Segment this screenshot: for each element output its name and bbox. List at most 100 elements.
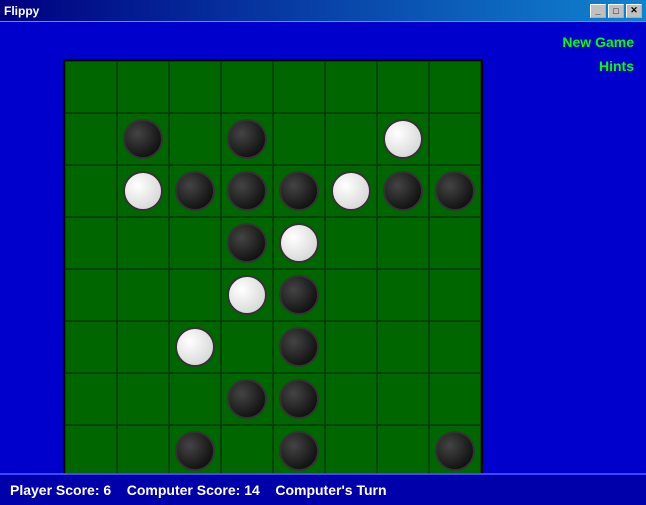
- board-cell[interactable]: [65, 321, 117, 373]
- white-piece: [175, 327, 215, 367]
- board-cell[interactable]: [325, 373, 377, 425]
- board-cell[interactable]: [65, 61, 117, 113]
- board-cell[interactable]: [429, 61, 481, 113]
- board-cell[interactable]: [221, 321, 273, 373]
- board-cell[interactable]: [117, 61, 169, 113]
- board-cell[interactable]: [117, 425, 169, 477]
- board-cell[interactable]: [65, 217, 117, 269]
- board-cell[interactable]: [429, 269, 481, 321]
- board-cell[interactable]: [65, 113, 117, 165]
- black-piece: [227, 171, 267, 211]
- black-piece: [383, 171, 423, 211]
- board-cell[interactable]: [429, 373, 481, 425]
- white-piece: [279, 223, 319, 263]
- board-cell[interactable]: [377, 269, 429, 321]
- board-cell[interactable]: [221, 61, 273, 113]
- black-piece: [279, 379, 319, 419]
- board-cell[interactable]: [169, 425, 221, 477]
- black-piece: [227, 379, 267, 419]
- board-cell[interactable]: [169, 321, 221, 373]
- black-piece: [175, 431, 215, 471]
- board-cell[interactable]: [273, 113, 325, 165]
- board-cell[interactable]: [65, 165, 117, 217]
- app-title: Flippy: [4, 4, 590, 18]
- board-cell[interactable]: [377, 321, 429, 373]
- board-cell[interactable]: [429, 217, 481, 269]
- window-controls: _ □ ✕: [590, 4, 642, 18]
- board-cell[interactable]: [325, 269, 377, 321]
- new-game-button[interactable]: New Game: [558, 32, 638, 52]
- board-cell[interactable]: [169, 269, 221, 321]
- board-cell[interactable]: [377, 373, 429, 425]
- board-cell[interactable]: [65, 373, 117, 425]
- board-cell[interactable]: [325, 165, 377, 217]
- white-piece: [123, 171, 163, 211]
- board-cell[interactable]: [221, 373, 273, 425]
- maximize-button[interactable]: □: [608, 4, 624, 18]
- board-cell[interactable]: [117, 217, 169, 269]
- white-piece: [383, 119, 423, 159]
- game-board: [63, 59, 483, 479]
- board-cell[interactable]: [117, 269, 169, 321]
- close-button[interactable]: ✕: [626, 4, 642, 18]
- board-cell[interactable]: [221, 217, 273, 269]
- board-cell[interactable]: [273, 61, 325, 113]
- board-cell[interactable]: [429, 113, 481, 165]
- board-cell[interactable]: [429, 165, 481, 217]
- board-cell[interactable]: [117, 373, 169, 425]
- board-cell[interactable]: [273, 269, 325, 321]
- board-cell[interactable]: [65, 269, 117, 321]
- board-cell[interactable]: [117, 321, 169, 373]
- board-cell[interactable]: [117, 165, 169, 217]
- board-cell[interactable]: [169, 165, 221, 217]
- white-piece: [331, 171, 371, 211]
- status-text: Player Score: 6 Computer Score: 14 Compu…: [10, 482, 387, 498]
- board-cell[interactable]: [377, 217, 429, 269]
- board-cell[interactable]: [169, 217, 221, 269]
- board-cell[interactable]: [325, 321, 377, 373]
- minimize-button[interactable]: _: [590, 4, 606, 18]
- black-piece: [279, 275, 319, 315]
- board-cell[interactable]: [429, 321, 481, 373]
- board-cell[interactable]: [221, 269, 273, 321]
- board-cell[interactable]: [377, 425, 429, 477]
- board-cell[interactable]: [325, 217, 377, 269]
- board-cell[interactable]: [273, 373, 325, 425]
- black-piece: [279, 171, 319, 211]
- board-cell[interactable]: [221, 425, 273, 477]
- status-bar: Player Score: 6 Computer Score: 14 Compu…: [0, 473, 646, 505]
- board-cell[interactable]: [273, 217, 325, 269]
- board-cell[interactable]: [325, 113, 377, 165]
- black-piece: [279, 327, 319, 367]
- hints-button[interactable]: Hints: [595, 56, 638, 76]
- white-piece: [227, 275, 267, 315]
- board-cell[interactable]: [273, 425, 325, 477]
- board-cell[interactable]: [221, 113, 273, 165]
- computer-score: Computer Score: 14: [127, 482, 260, 498]
- board-cell[interactable]: [377, 165, 429, 217]
- board-cell[interactable]: [273, 321, 325, 373]
- board-cell[interactable]: [65, 425, 117, 477]
- black-piece: [435, 171, 475, 211]
- board-cell[interactable]: [169, 373, 221, 425]
- board-cell[interactable]: [429, 425, 481, 477]
- black-piece: [279, 431, 319, 471]
- black-piece: [435, 431, 475, 471]
- board-cell[interactable]: [169, 113, 221, 165]
- black-piece: [123, 119, 163, 159]
- right-panel: New Game Hints: [546, 22, 646, 505]
- board-cell[interactable]: [377, 61, 429, 113]
- board-cell[interactable]: [325, 61, 377, 113]
- main-area: New Game Hints: [0, 22, 646, 505]
- board-cell[interactable]: [325, 425, 377, 477]
- player-score: Player Score: 6: [10, 482, 111, 498]
- black-piece: [227, 223, 267, 263]
- board-cell[interactable]: [117, 113, 169, 165]
- board-cell[interactable]: [377, 113, 429, 165]
- board-cell[interactable]: [221, 165, 273, 217]
- turn-indicator: Computer's Turn: [275, 482, 386, 498]
- board-cell[interactable]: [273, 165, 325, 217]
- board-container: [0, 22, 546, 505]
- board-cell[interactable]: [169, 61, 221, 113]
- black-piece: [175, 171, 215, 211]
